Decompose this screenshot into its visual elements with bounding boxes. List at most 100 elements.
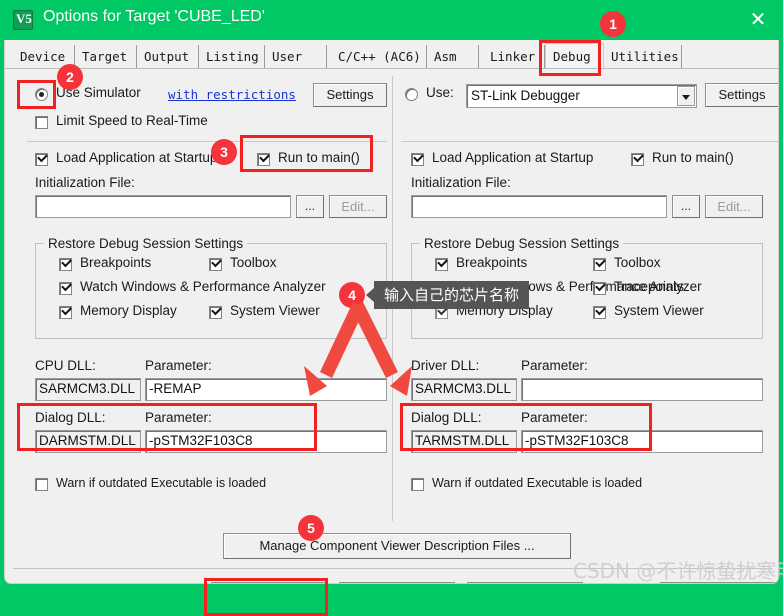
debugger-pane: Use: ST-Link Debugger Settings Load Appl… (397, 73, 778, 528)
app-icon-glyph: V5 (16, 11, 32, 26)
right-separator-1 (401, 141, 778, 142)
toolbox-label-left: Toolbox (230, 255, 277, 270)
memory-display-checkbox-right[interactable] (435, 306, 448, 319)
left-separator-1 (27, 141, 387, 142)
breakpoints-checkbox-right[interactable] (435, 258, 448, 271)
use-debugger-radio[interactable] (405, 88, 418, 101)
load-app-checkbox-right[interactable] (411, 153, 424, 166)
tab-c-cpp[interactable]: C/C++ (AC6) (331, 45, 427, 68)
cpu-dll-parameter-input[interactable]: -REMAP (145, 378, 387, 401)
cpu-dll-input[interactable]: SARMCM3.DLL (35, 378, 141, 401)
simulator-pane: Use Simulator with restrictions Settings… (13, 73, 387, 528)
driver-dll-parameter-input[interactable] (521, 378, 763, 401)
dialog-dll-label-right: Dialog DLL: (411, 410, 482, 425)
warn-outdated-checkbox-left[interactable] (35, 478, 48, 491)
toolbox-label-right: Toolbox (614, 255, 661, 270)
ok-button[interactable]: OK (211, 582, 327, 583)
cancel-button[interactable]: Cancel (339, 582, 455, 583)
run-to-main-checkbox-right[interactable] (631, 153, 644, 166)
dialog-body: Device Target Output Listing User C/C++ … (4, 40, 779, 584)
options-dialog-window: V5 Options for Target 'CUBE_LED' ✕ Devic… (0, 0, 783, 616)
footer-separator (13, 568, 772, 569)
cpu-dll-label: CPU DLL: (35, 358, 96, 373)
title-bar: V5 Options for Target 'CUBE_LED' ✕ (0, 0, 783, 40)
tab-linker[interactable]: Linker (483, 45, 545, 68)
tab-utilities[interactable]: Utilities (604, 45, 682, 68)
simulator-settings-button[interactable]: Settings (313, 83, 387, 107)
cpu-dll-parameter-label: Parameter: (145, 358, 212, 373)
driver-dll-parameter-label: Parameter: (521, 358, 588, 373)
tab-device[interactable]: Device (13, 45, 75, 68)
memory-display-label-left: Memory Display (80, 303, 177, 318)
manage-component-viewer-button[interactable]: Manage Component Viewer Description File… (223, 533, 571, 559)
chevron-down-icon[interactable] (677, 86, 695, 106)
tab-strip: Device Target Output Listing User C/C++ … (5, 43, 778, 69)
memory-display-label-right: Memory Display (456, 303, 553, 318)
init-file-label-right: Initialization File: (411, 175, 511, 190)
help-button[interactable]: Help (660, 582, 776, 583)
run-to-main-label-left: Run to main() (278, 150, 360, 165)
init-file-edit-button-right: Edit... (705, 195, 763, 218)
dialog-dll-parameter-label-right: Parameter: (521, 410, 588, 425)
dialog-dll-parameter-input-right[interactable]: -pSTM32F103C8 (521, 430, 763, 453)
tab-debug[interactable]: Debug (545, 43, 604, 69)
init-file-edit-button-left: Edit... (329, 195, 387, 218)
warn-outdated-label-left: Warn if outdated Executable is loaded (56, 476, 267, 490)
pane-divider (392, 76, 393, 521)
system-viewer-label-right: System Viewer (614, 303, 704, 318)
dialog-dll-parameter-label-left: Parameter: (145, 410, 212, 425)
tracepoints-checkbox-right[interactable] (593, 282, 606, 295)
dialog-dll-input-right[interactable]: TARMSTM.DLL (411, 430, 517, 453)
init-file-browse-button-left[interactable]: ... (296, 195, 324, 218)
window-title: Options for Target 'CUBE_LED' (43, 8, 265, 25)
tab-asm[interactable]: Asm (427, 45, 479, 68)
tab-underline (5, 68, 778, 69)
watch-windows-label-left: Watch Windows & Performance Analyzer (80, 279, 326, 294)
tab-output[interactable]: Output (137, 45, 199, 68)
watch-windows-checkbox-right[interactable] (435, 282, 448, 295)
driver-dll-input[interactable]: SARMCM3.DLL (411, 378, 517, 401)
system-viewer-checkbox-right[interactable] (593, 306, 606, 319)
dialog-dll-parameter-input-left[interactable]: -pSTM32F103C8 (145, 430, 387, 453)
restore-group-title-left: Restore Debug Session Settings (44, 236, 248, 251)
use-simulator-radio[interactable] (35, 88, 48, 101)
breakpoints-label-right: Breakpoints (456, 255, 528, 270)
load-app-label-left: Load Application at Startup (56, 150, 218, 165)
tab-user[interactable]: User (265, 45, 327, 68)
driver-dll-label: Driver DLL: (411, 358, 480, 373)
tab-listing[interactable]: Listing (199, 45, 265, 68)
close-icon[interactable]: ✕ (745, 8, 771, 32)
debugger-select-value: ST-Link Debugger (471, 88, 580, 103)
debugger-select[interactable]: ST-Link Debugger (466, 84, 697, 108)
dialog-dll-label-left: Dialog DLL: (35, 410, 106, 425)
toolbox-checkbox-left[interactable] (209, 258, 222, 271)
memory-display-checkbox-left[interactable] (59, 306, 72, 319)
with-restrictions-link[interactable]: with restrictions (168, 87, 296, 102)
init-file-input-right[interactable] (411, 195, 667, 218)
init-file-browse-button-right[interactable]: ... (672, 195, 700, 218)
limit-speed-checkbox[interactable] (35, 116, 48, 129)
limit-speed-label: Limit Speed to Real-Time (56, 113, 208, 128)
breakpoints-label-left: Breakpoints (80, 255, 152, 270)
use-simulator-label: Use Simulator (56, 85, 141, 100)
warn-outdated-checkbox-right[interactable] (411, 478, 424, 491)
toolbox-checkbox-right[interactable] (593, 258, 606, 271)
breakpoints-checkbox-left[interactable] (59, 258, 72, 271)
system-viewer-checkbox-left[interactable] (209, 306, 222, 319)
load-app-label-right: Load Application at Startup (432, 150, 594, 165)
system-viewer-label-left: System Viewer (230, 303, 320, 318)
debugger-settings-button[interactable]: Settings (705, 83, 778, 107)
run-to-main-checkbox-left[interactable] (257, 153, 270, 166)
load-app-checkbox-left[interactable] (35, 153, 48, 166)
warn-outdated-label-right: Warn if outdated Executable is loaded (432, 476, 643, 490)
keil-uvision-icon: V5 (13, 10, 33, 30)
tab-target[interactable]: Target (75, 45, 137, 68)
use-debugger-label: Use: (426, 85, 454, 100)
watch-windows-checkbox-left[interactable] (59, 282, 72, 295)
dialog-dll-input-left[interactable]: DARMSTM.DLL (35, 430, 141, 453)
init-file-input-left[interactable] (35, 195, 291, 218)
tracepoints-label-right: Tracepoints (614, 279, 685, 294)
defaults-button[interactable]: Defaults (467, 582, 583, 583)
init-file-label-left: Initialization File: (35, 175, 135, 190)
run-to-main-label-right: Run to main() (652, 150, 734, 165)
